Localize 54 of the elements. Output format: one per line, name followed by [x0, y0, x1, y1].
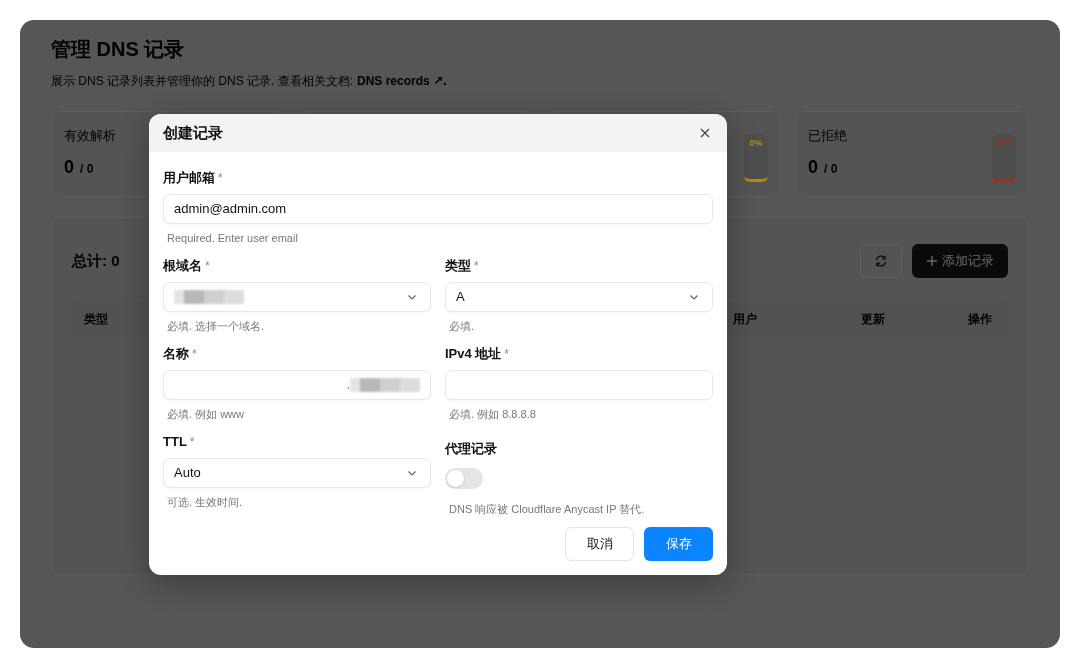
field-label: TTL	[163, 433, 187, 451]
column-header: 用户	[733, 312, 757, 326]
stat-value: 0	[808, 155, 818, 179]
help-text: 必填. 选择一个域名.	[166, 318, 266, 334]
field-value: Auto	[174, 463, 201, 482]
percent-label: 0%	[997, 137, 1011, 150]
refresh-icon	[874, 254, 888, 268]
required-mark: *	[218, 170, 223, 187]
field-label: 代理记录	[445, 440, 497, 458]
page-title: 管理 DNS 记录	[51, 37, 185, 62]
required-mark: *	[205, 258, 210, 275]
field-value: A	[456, 287, 465, 306]
stat-value: 0	[64, 155, 74, 179]
field-label: IPv4 地址	[445, 345, 502, 363]
required-mark: *	[474, 258, 479, 275]
add-record-button[interactable]: 添加记录	[912, 244, 1008, 278]
field-label: 名称	[163, 345, 189, 363]
percent-label: 0%	[749, 137, 763, 150]
close-icon	[700, 128, 710, 138]
select-field[interactable]: Auto	[163, 457, 431, 488]
stat-label: 已拒绝	[808, 127, 847, 145]
column-header: 更新	[861, 312, 885, 326]
column-header: 类型	[84, 312, 108, 326]
required-mark: *	[504, 346, 510, 363]
records-total: 总计: 0	[72, 250, 120, 271]
stat-total: / 0	[80, 160, 94, 178]
stat-label: 有效解析	[64, 127, 116, 145]
stat-total: / 0	[824, 160, 838, 178]
field-label: 用户邮箱	[163, 169, 215, 187]
field-label: 根域名	[163, 257, 202, 275]
help-text: DNS 响应被 Cloudflare Anycast IP 替代.	[448, 501, 646, 517]
input-field[interactable]: .	[163, 369, 431, 400]
refresh-button[interactable]	[860, 244, 902, 278]
select-field[interactable]	[163, 281, 431, 312]
help-text: 必填. 例如 8.8.8.8	[448, 406, 537, 422]
plus-icon	[926, 255, 938, 267]
cancel-button[interactable]: 取消	[565, 527, 634, 561]
select-field[interactable]: A	[445, 281, 713, 312]
dialog-title: 创建记录	[163, 122, 223, 143]
required-mark: *	[189, 434, 195, 451]
toggle-switch[interactable]	[445, 467, 483, 489]
required-mark: *	[192, 346, 197, 363]
page-description: 展示 DNS 记录列表并管理你的 DNS 记录. 查看相关文档:	[51, 73, 353, 90]
save-button[interactable]: 保存	[644, 527, 713, 561]
help-text: 必填. 例如 www	[166, 406, 245, 422]
field-label: 类型	[445, 257, 471, 275]
description-end: .	[443, 71, 447, 90]
input-field[interactable]: admin@admin.com	[163, 193, 713, 224]
help-text: Required. Enter user email	[166, 230, 299, 246]
field-value: admin@admin.com	[174, 200, 287, 216]
domain-suffix: .	[346, 376, 350, 394]
help-text: 必填.	[448, 318, 476, 334]
column-header: 操作	[968, 312, 992, 326]
help-text: 可选. 生效时间.	[166, 494, 244, 510]
